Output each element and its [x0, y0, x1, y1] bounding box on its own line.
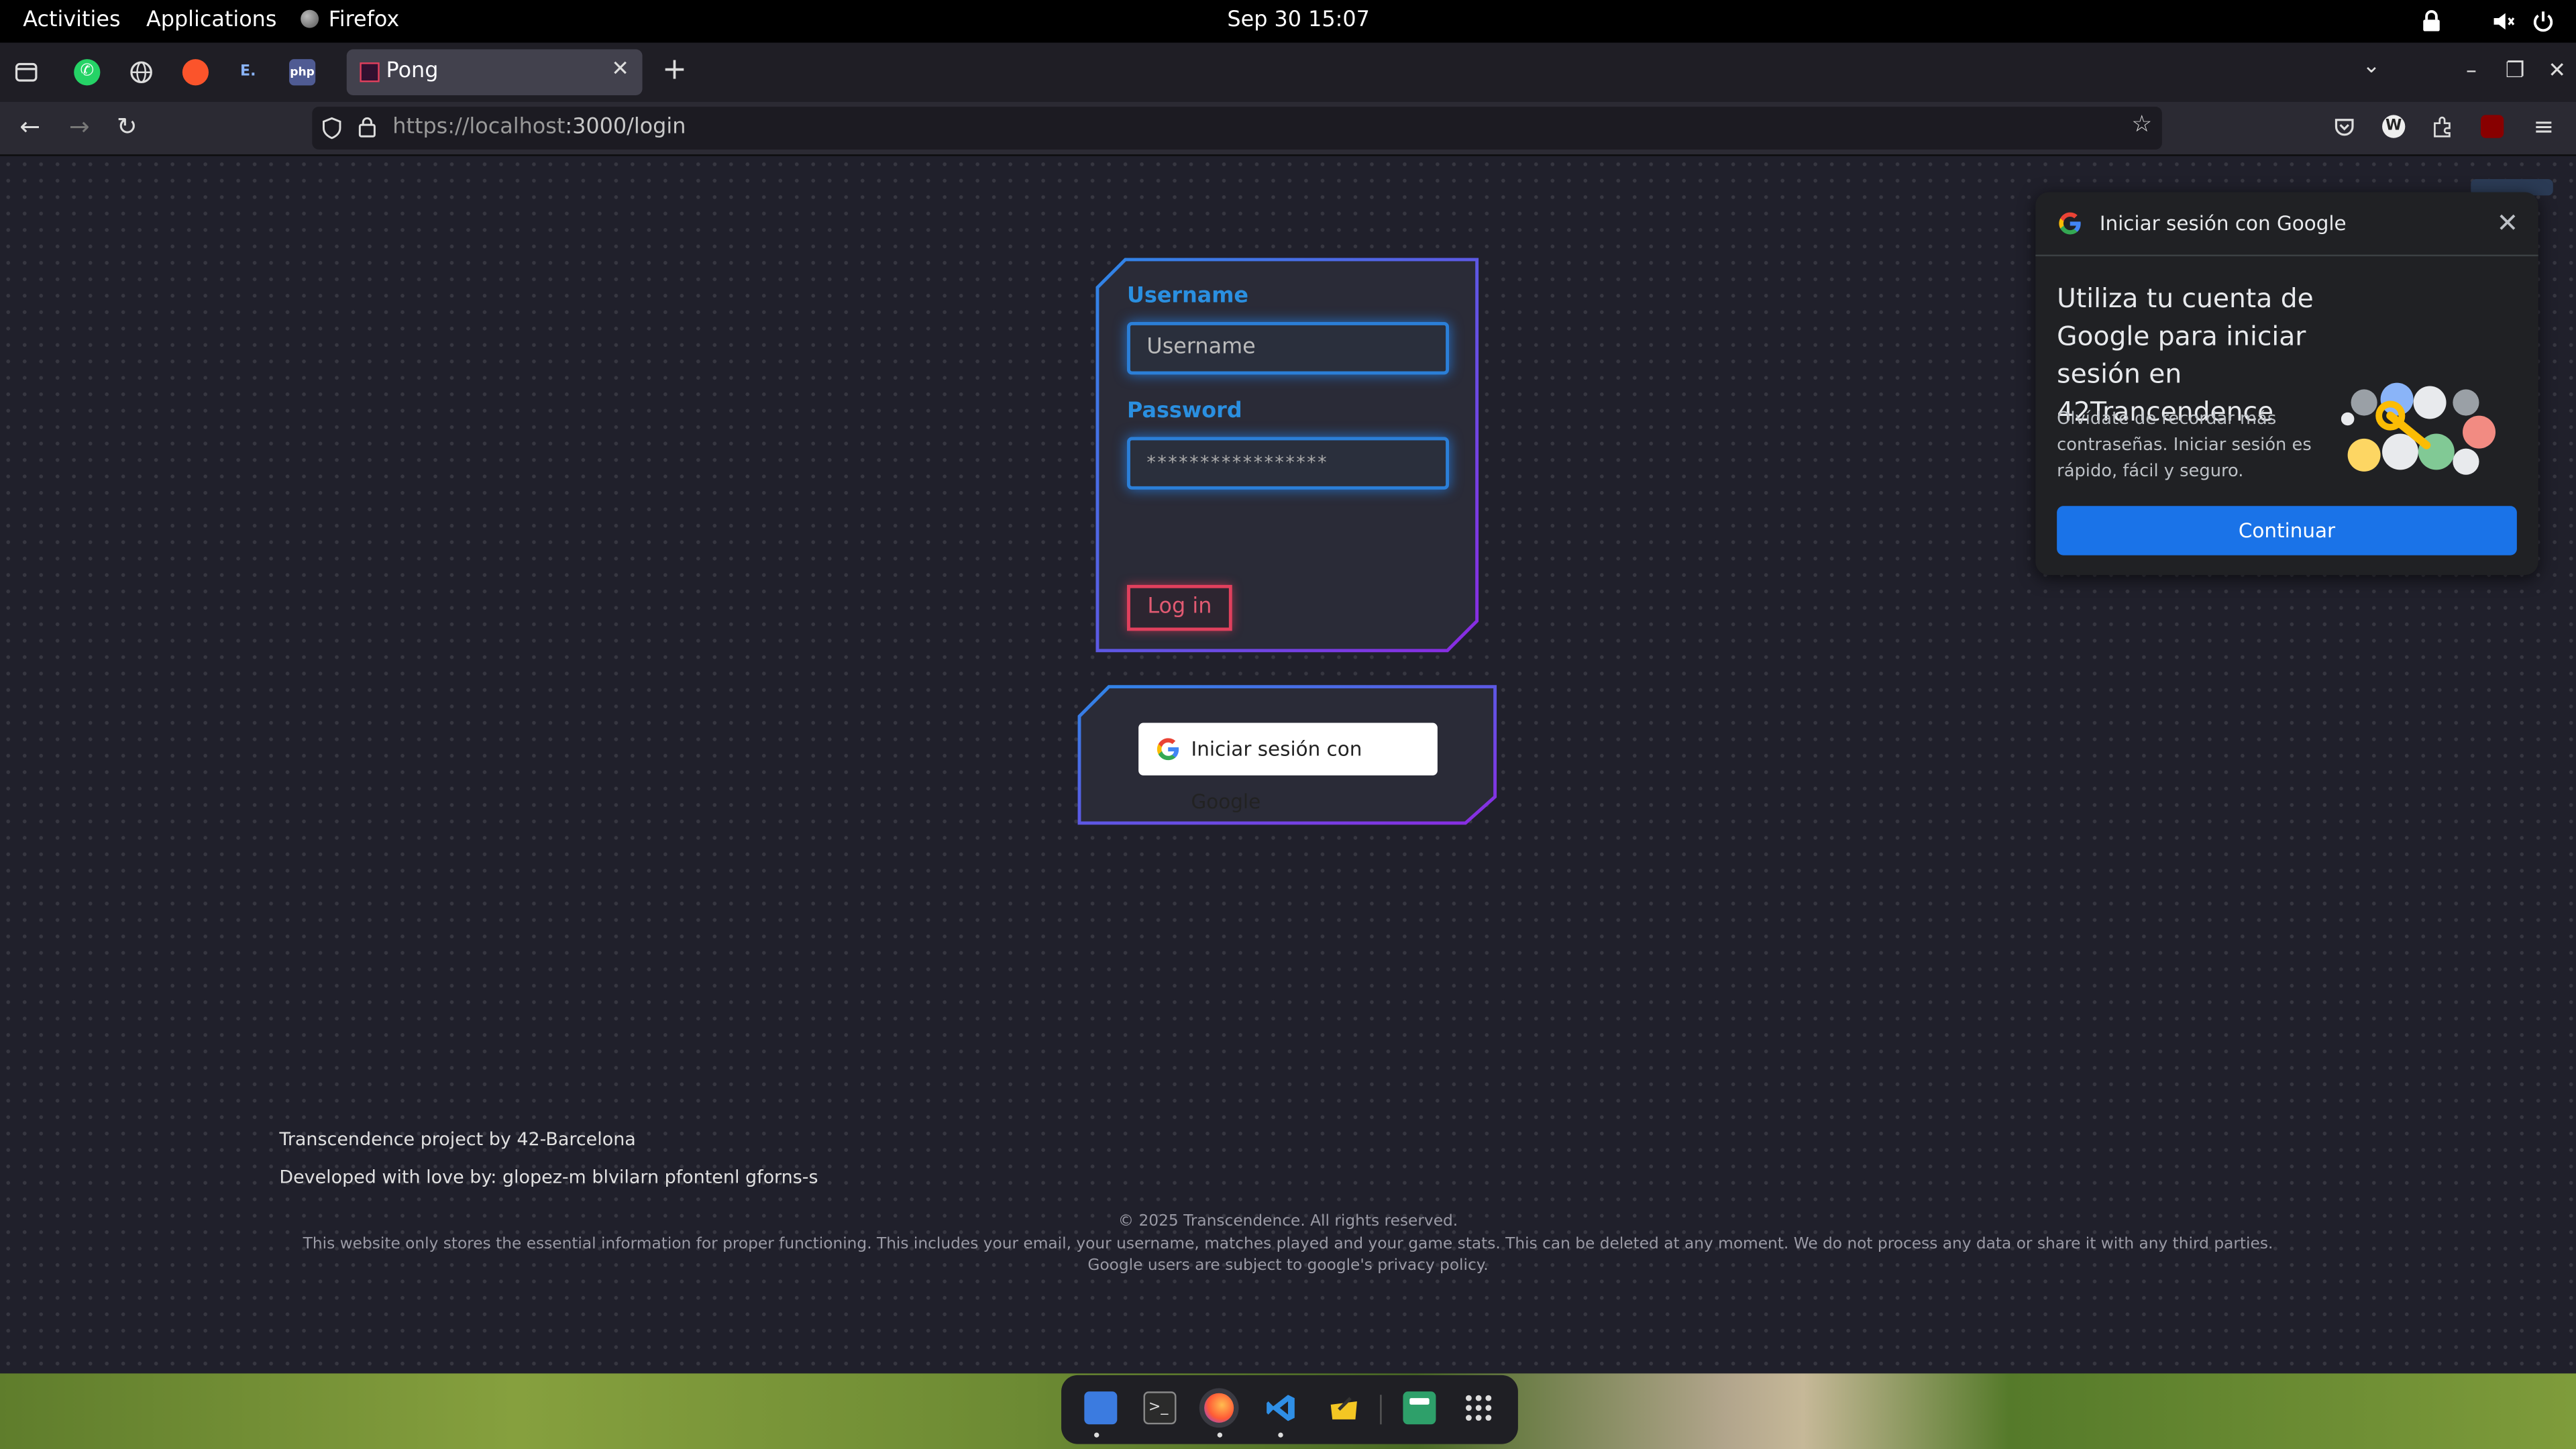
store-bag-shape: [1409, 1398, 1430, 1405]
popup-body-text: Olvídate de recordar más contraseñas. In…: [2057, 409, 2312, 482]
vscode-icon[interactable]: [1265, 1391, 1298, 1424]
url-host: https://localhost: [392, 115, 566, 140]
new-tab-button[interactable]: +: [662, 52, 687, 87]
back-icon[interactable]: ←: [19, 113, 40, 140]
footer-copyright: © 2025 Transcendence. All rights reserve…: [1118, 1212, 1458, 1231]
minimize-window-icon[interactable]: –: [2466, 59, 2477, 84]
restore-window-icon[interactable]: ❐: [2506, 59, 2525, 84]
url-path: :3000/login: [565, 115, 686, 140]
applications-menu[interactable]: Applications: [146, 8, 277, 34]
tracking-protection-shield-icon[interactable]: [322, 117, 341, 140]
extensions-puzzle-icon[interactable]: [2432, 115, 2455, 138]
power-icon[interactable]: [2532, 10, 2555, 33]
active-app-name: Firefox: [328, 8, 400, 33]
ublock-origin-icon[interactable]: [2480, 115, 2504, 138]
password-input[interactable]: *****************: [1127, 437, 1450, 490]
tab-pong[interactable]: Pong ✕: [346, 49, 643, 96]
globe-icon[interactable]: [128, 59, 154, 85]
software-store-icon[interactable]: [1403, 1391, 1436, 1425]
volume-muted-icon[interactable]: [2492, 10, 2515, 33]
activities-button[interactable]: Activities: [23, 8, 120, 34]
username-label: Username: [1127, 284, 1249, 309]
continue-button[interactable]: Continuar: [2057, 506, 2517, 555]
navigation-bar: ← → ↻ https://localhost:3000/login ☆ W ≡: [0, 101, 2576, 156]
password-label: Password: [1127, 399, 1242, 424]
pinned-tab-whatsapp[interactable]: ✆: [74, 59, 101, 86]
terminal-icon[interactable]: >_: [1143, 1391, 1177, 1425]
element-icon[interactable]: E.: [235, 59, 261, 85]
php-icon[interactable]: php: [289, 59, 316, 86]
pocket-icon[interactable]: [2333, 115, 2356, 138]
lock-icon[interactable]: [2422, 10, 2441, 32]
running-indicator: [1278, 1432, 1283, 1438]
username-input[interactable]: Username: [1127, 322, 1450, 375]
password-keys-illustration-icon: [2341, 382, 2496, 475]
popup-close-icon[interactable]: ✕: [2496, 207, 2518, 239]
list-all-tabs-icon[interactable]: ⌄: [2363, 54, 2381, 79]
running-indicator: [1094, 1432, 1099, 1438]
google-one-tap-popup: Iniciar sesión con Google ✕ Utiliza tu c…: [2035, 192, 2538, 576]
brave-icon[interactable]: [182, 59, 209, 86]
url-text[interactable]: https://localhost:3000/login: [392, 115, 686, 140]
bookmark-star-icon[interactable]: ☆: [2131, 112, 2152, 138]
tab-strip: ✆ E. php Pong ✕ + ⌄ – ❐ ✕: [0, 42, 2576, 102]
firefox-icon[interactable]: [1204, 1393, 1234, 1423]
url-bar[interactable]: https://localhost:3000/login ☆: [312, 107, 2162, 150]
app-menu-hamburger-icon[interactable]: ≡: [2533, 113, 2554, 140]
reload-icon[interactable]: ↻: [117, 113, 138, 140]
close-window-icon[interactable]: ✕: [2548, 59, 2566, 84]
pong-favicon-icon: [360, 62, 380, 83]
files-icon[interactable]: [1084, 1391, 1118, 1425]
login-button[interactable]: Log in: [1127, 584, 1232, 631]
popup-title: Iniciar sesión con Google: [2099, 211, 2347, 235]
google-logo-icon: [1157, 738, 1179, 761]
active-app-menu[interactable]: Firefox: [301, 8, 399, 34]
clock[interactable]: Sep 30 15:07: [1227, 8, 1370, 34]
google-signin-button[interactable]: Iniciar sesión con Google: [1138, 722, 1438, 813]
footer-developers-line: Developed with love by: glopez-m blvilar…: [279, 1166, 818, 1188]
forward-icon[interactable]: →: [69, 113, 90, 140]
footer-project-line: Transcendence project by 42-Barcelona: [279, 1128, 636, 1150]
popup-header: Iniciar sesión con Google ✕: [2035, 193, 2538, 257]
gnome-top-bar: Activities Applications Firefox Sep 30 1…: [0, 0, 2576, 43]
dock: >_: [1061, 1375, 1518, 1444]
notes-icon[interactable]: [1328, 1391, 1360, 1424]
running-indicator: [1217, 1432, 1223, 1438]
tab-title: Pong: [386, 59, 439, 84]
whatsapp-icon: ✆: [80, 62, 95, 81]
app-grid-icon[interactable]: [1462, 1391, 1495, 1424]
close-tab-icon[interactable]: ✕: [611, 58, 629, 83]
firefox-icon: [301, 9, 319, 28]
dock-separator: [1380, 1395, 1382, 1425]
site-lock-icon[interactable]: [358, 117, 376, 138]
firefox-view-icon[interactable]: [15, 61, 38, 84]
google-signin-label: Iniciar sesión con Google: [1191, 737, 1362, 814]
google-logo-icon: [2059, 212, 2081, 235]
footer-privacy-notice: This website only stores the essential i…: [303, 1235, 2273, 1275]
wikipedia-extension-icon[interactable]: W: [2382, 115, 2406, 138]
